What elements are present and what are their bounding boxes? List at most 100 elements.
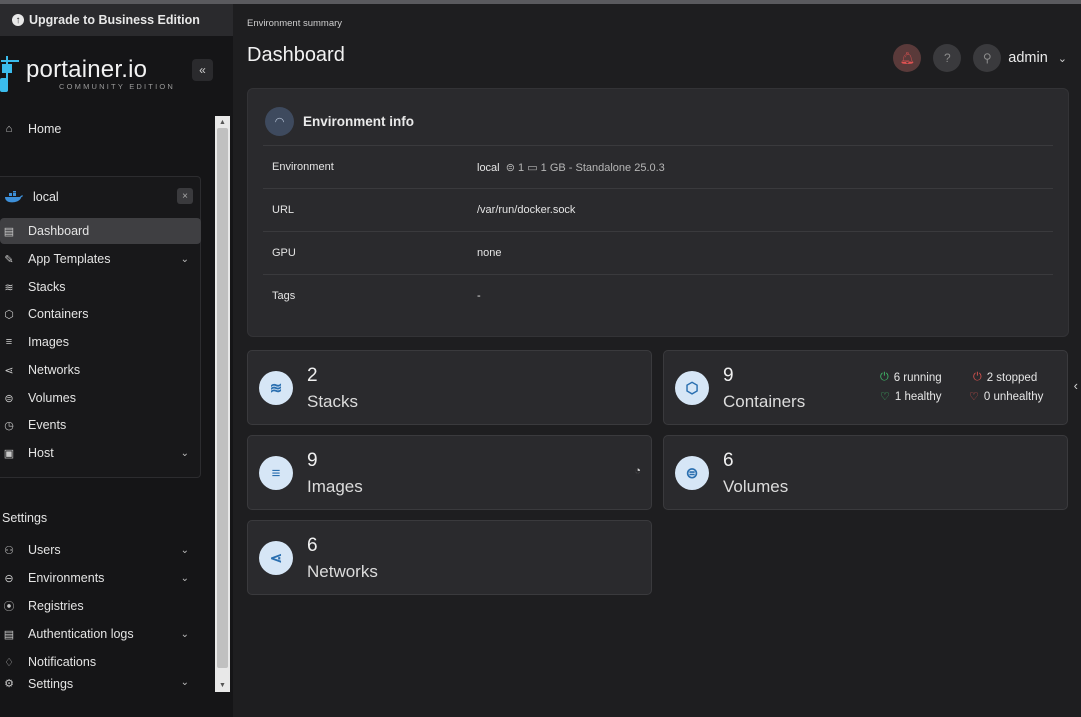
environment-info-title: Environment info <box>303 114 414 129</box>
row-value: - <box>477 290 481 302</box>
sidebar-scrollbar[interactable]: ▲ ▼ <box>215 116 230 692</box>
sidebar-item-label: App Templates <box>28 252 111 266</box>
gauge-icon: ◠ <box>265 107 294 136</box>
box-icon: ⬡ <box>4 308 14 321</box>
sidebar-item-containers[interactable]: ⬡ Containers <box>0 301 201 327</box>
sidebar-item-volumes[interactable]: ⊜ Volumes <box>0 385 201 411</box>
sidebar-item-stacks[interactable]: ≋ Stacks <box>0 274 201 300</box>
row-value: none <box>477 247 502 259</box>
database-icon: ⊜ <box>4 392 14 405</box>
sidebar-item-label: Stacks <box>28 280 66 294</box>
table-row: Tags - <box>263 274 1053 317</box>
healthy-status: ♡ 1 healthy <box>880 390 942 404</box>
sidebar-item-images[interactable]: ≡ Images <box>0 329 201 355</box>
environment-header: local × <box>0 184 200 210</box>
environment-info-card: ◠ Environment info Environment local ⊜ 1… <box>247 88 1069 337</box>
chevron-down-icon[interactable]: ⌄ <box>181 629 189 640</box>
containers-card[interactable]: ⬡ 9 Containers ⏻ 6 running ⏻ 2 stopped ♡ 1 … <box>663 350 1068 425</box>
layers-icon: ≋ <box>4 281 14 294</box>
share-icon: ⋖ <box>259 541 293 575</box>
sidebar-item-label: Environments <box>28 571 105 585</box>
sidebar-item-label: Registries <box>28 599 84 613</box>
chevron-down-icon[interactable]: ⌄ <box>1058 52 1067 65</box>
images-label: Images <box>307 477 363 496</box>
close-environment-button[interactable]: × <box>177 188 193 204</box>
row-key: Tags <box>272 290 296 302</box>
sidebar-item-users[interactable]: ⚇ Users ⌄ <box>0 537 201 563</box>
unhealthy-status: ♡ 0 unhealthy <box>969 390 1043 404</box>
networks-card[interactable]: ⋖ 6 Networks <box>247 520 652 595</box>
sidebar-item-label: Volumes <box>28 391 76 405</box>
sidebar-item-host[interactable]: ▣ Host ⌄ <box>0 440 201 466</box>
help-icon[interactable]: ? <box>933 44 962 72</box>
chevron-down-icon[interactable]: ⌄ <box>181 545 189 556</box>
sidebar-item-authentication-logs[interactable]: ▤ Authentication logs ⌄ <box>0 621 201 647</box>
logo[interactable]: portainer.io COMMUNITY EDITION « <box>0 52 233 102</box>
sidebar-item-settings[interactable]: ⚙ Settings ⌄ <box>0 677 201 691</box>
home-icon: ⌂ <box>5 123 13 135</box>
sidebar-item-label: Authentication logs <box>28 627 134 641</box>
images-count: 9 <box>307 450 318 471</box>
stopped-status: ⏻ 2 stopped <box>973 371 1037 384</box>
sidebar-item-app-templates[interactable]: ✎ App Templates ⌄ <box>0 246 201 272</box>
sidebar-item-dashboard[interactable]: ▤ Dashboard <box>0 218 201 244</box>
box-icon: ⬡ <box>675 371 709 405</box>
volumes-card[interactable]: ⊜ 6 Volumes <box>663 435 1068 510</box>
stacks-card[interactable]: ≋ 2 Stacks <box>247 350 652 425</box>
sidebar-item-notifications[interactable]: ♢ Notifications <box>0 649 201 675</box>
environment-info-header: ◠ Environment info <box>265 107 414 136</box>
chevron-down-icon[interactable]: ⌄ <box>181 254 189 265</box>
main-content: Environment summary Dashboard 🔔︎ ? ⚲ adm… <box>233 4 1081 717</box>
settings-section-title: Settings <box>2 511 48 525</box>
volumes-count: 6 <box>723 450 734 471</box>
sidebar-item-environments[interactable]: ⊖ Environments ⌄ <box>0 565 201 591</box>
sidebar-item-label: Events <box>28 418 67 432</box>
chevron-down-icon[interactable]: ⌄ <box>181 448 189 459</box>
environment-name: local <box>33 190 59 204</box>
collapse-sidebar-button[interactable]: « <box>192 59 213 81</box>
pie-chart-icon: ◔ <box>634 465 641 477</box>
sidebar-item-registries[interactable]: ⦿ Registries <box>0 593 201 619</box>
chevron-down-icon[interactable]: ⌄ <box>181 677 189 688</box>
sidebar-item-label: Settings <box>28 677 74 691</box>
power-off-icon: ⏻ <box>973 371 982 383</box>
volumes-label: Volumes <box>723 477 789 496</box>
images-card[interactable]: ≡ 9 Images ◔ <box>247 435 652 510</box>
sidebar-item-home[interactable]: ⌂ Home <box>0 116 201 142</box>
list-icon: ≡ <box>5 336 13 348</box>
running-count: 6 running <box>893 371 942 384</box>
header-actions: 🔔︎ ? ⚲ admin ⌄ <box>893 43 1081 73</box>
scrollbar-thumb[interactable] <box>217 128 228 668</box>
user-menu[interactable]: admin <box>1008 50 1048 66</box>
networks-count: 6 <box>307 535 318 556</box>
stacks-count: 2 <box>307 365 318 386</box>
sidebar-item-networks[interactable]: ⋖ Networks <box>0 357 201 383</box>
scroll-down-arrow-icon[interactable]: ▼ <box>219 682 226 689</box>
layers-icon: ≋ <box>259 371 293 405</box>
chevron-left-icon[interactable]: ‹ <box>1074 378 1078 393</box>
notification-bell-icon[interactable]: 🔔︎ <box>893 44 922 72</box>
sidebar-item-events[interactable]: ◷ Events <box>0 412 201 438</box>
sidebar-item-label: Containers <box>28 307 89 321</box>
logo-subtitle: COMMUNITY EDITION <box>59 82 176 91</box>
database-icon: ⊜ <box>675 456 709 490</box>
docker-icon <box>4 190 24 203</box>
row-key: URL <box>272 204 295 216</box>
upgrade-label: Upgrade to Business Edition <box>29 13 200 27</box>
networks-label: Networks <box>307 562 378 581</box>
upgrade-banner[interactable]: ↑ Upgrade to Business Edition <box>0 4 233 36</box>
chevron-down-icon[interactable]: ⌄ <box>181 573 189 584</box>
heart-icon: ♡ <box>880 391 890 403</box>
sidebar-item-label: Users <box>28 543 61 557</box>
table-row: URL /var/run/docker.sock <box>263 188 1053 231</box>
share-icon: ⋖ <box>4 364 14 377</box>
list-icon: ≡ <box>259 456 293 490</box>
plug-icon: ⊖ <box>4 572 14 585</box>
running-status: ⏻ 6 running <box>880 371 942 384</box>
sidebar-item-label: Host <box>28 446 54 460</box>
scroll-up-arrow-icon[interactable]: ▲ <box>219 119 226 126</box>
file-icon: ▤ <box>3 628 15 641</box>
page-title: Dashboard <box>247 44 345 66</box>
arrow-up-circle-icon: ↑ <box>12 14 24 26</box>
user-avatar-icon[interactable]: ⚲ <box>973 44 1002 72</box>
